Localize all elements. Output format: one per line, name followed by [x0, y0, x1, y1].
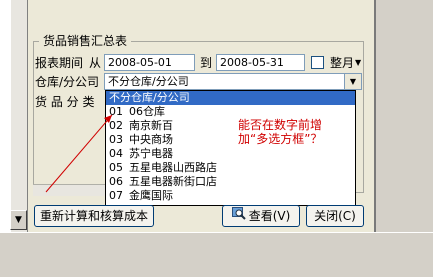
recalc-cost-button[interactable]: 重新计算和核算成本 [34, 205, 154, 227]
view-button[interactable]: 查看(V) [222, 205, 300, 227]
magnifier-icon [231, 206, 246, 226]
annotation-note: 能否在数字前增加“多选方框”？ [238, 118, 323, 146]
close-button[interactable]: 关闭(C) [306, 205, 364, 227]
view-button-label: 查看(V) [248, 209, 291, 223]
annotation-arrow-icon [45, 114, 113, 193]
